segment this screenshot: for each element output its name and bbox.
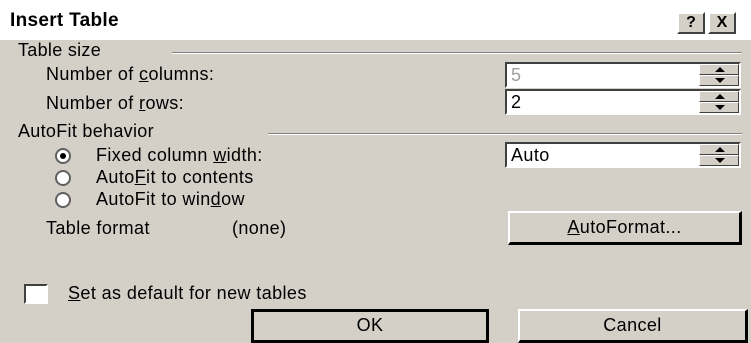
rows-increment-button[interactable]	[699, 91, 739, 102]
rows-value[interactable]: 2	[511, 92, 521, 113]
fixed-width-decrement-button[interactable]	[699, 155, 739, 166]
autofit-window-label[interactable]: AutoFit to window	[96, 189, 245, 210]
columns-spinner-arrows[interactable]	[699, 64, 739, 86]
table-size-divider	[172, 52, 742, 54]
up-arrow-icon	[715, 147, 725, 152]
title-bar: Insert Table ? X	[0, 0, 751, 40]
table-format-value: (none)	[232, 218, 287, 238]
dialog-title: Insert Table	[10, 10, 119, 31]
autofit-contents-radio[interactable]	[55, 170, 71, 186]
columns-value[interactable]: 5	[511, 65, 521, 86]
rows-spinner-arrows[interactable]	[699, 91, 739, 113]
columns-increment-button[interactable]	[699, 64, 739, 75]
autoformat-button[interactable]: AutoFormat...	[508, 211, 742, 245]
table-size-group-label: Table size	[18, 40, 102, 60]
set-default-label[interactable]: Set as default for new tables	[68, 283, 307, 304]
columns-label: Number of columns:	[46, 64, 215, 84]
down-arrow-icon	[715, 158, 725, 163]
radio-selected-dot	[60, 153, 66, 159]
fixed-width-spinner[interactable]: Auto	[505, 142, 741, 168]
down-arrow-icon	[715, 105, 725, 110]
autofit-contents-label[interactable]: AutoFit to contents	[96, 167, 254, 188]
columns-spinner[interactable]: 5	[505, 62, 741, 88]
fixed-width-radio[interactable]	[55, 148, 71, 164]
down-arrow-icon	[715, 78, 725, 83]
up-arrow-icon	[715, 67, 725, 72]
set-default-checkbox[interactable]	[24, 284, 48, 304]
fixed-width-value[interactable]: Auto	[511, 145, 550, 166]
columns-decrement-button[interactable]	[699, 75, 739, 86]
autofit-group-label: AutoFit behavior	[18, 121, 154, 141]
table-format-label: Table format	[46, 218, 150, 238]
rows-spinner[interactable]: 2	[505, 89, 741, 115]
close-button[interactable]: X	[708, 12, 736, 34]
ok-button[interactable]: OK	[251, 309, 489, 343]
help-button[interactable]: ?	[677, 12, 705, 34]
autofit-window-radio[interactable]	[55, 192, 71, 208]
cancel-button[interactable]: Cancel	[518, 309, 748, 343]
fixed-width-spinner-arrows[interactable]	[699, 144, 739, 166]
up-arrow-icon	[715, 94, 725, 99]
fixed-width-label[interactable]: Fixed column width:	[96, 145, 263, 166]
rows-decrement-button[interactable]	[699, 102, 739, 113]
fixed-width-increment-button[interactable]	[699, 144, 739, 155]
autofit-divider	[268, 133, 742, 135]
rows-label: Number of rows:	[46, 93, 185, 113]
